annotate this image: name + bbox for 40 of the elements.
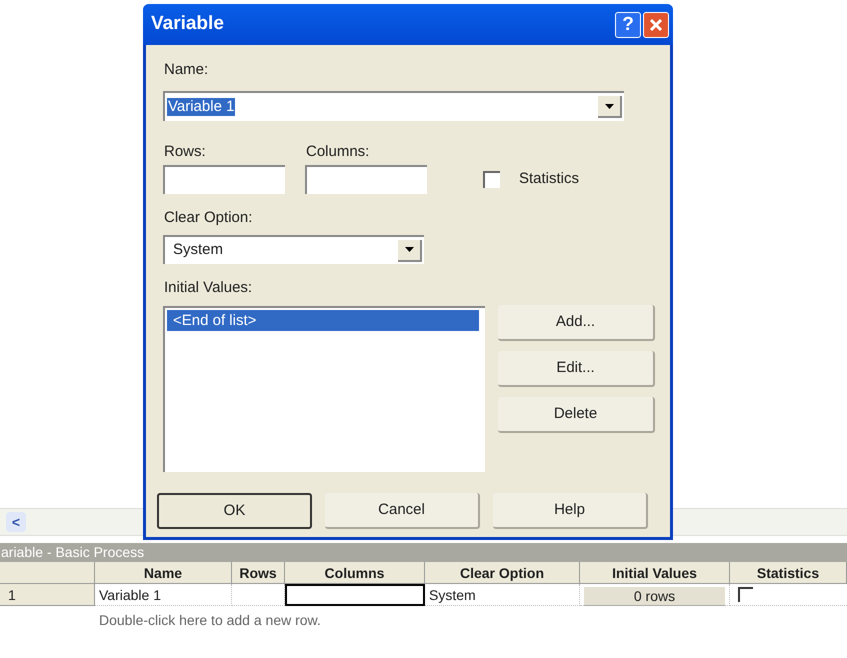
table-cell[interactable] (285, 584, 425, 606)
help-button[interactable]: ? (615, 12, 641, 38)
field-label: Columns: (306, 142, 370, 162)
initial-values-button[interactable]: 0 rows (584, 587, 725, 606)
window-title: Variable (151, 12, 225, 36)
initial-values-list[interactable]: <End of list> (163, 306, 485, 472)
name-combo-box[interactable]: Variable 1 (163, 91, 624, 121)
column-header[interactable]: Name (95, 562, 232, 584)
dialog-button[interactable]: Add... (498, 305, 655, 341)
field-label: Name: (164, 60, 208, 80)
table-cell[interactable]: Variable 1 (95, 584, 232, 606)
dialog-button[interactable]: Delete (498, 397, 655, 433)
add-row-hint[interactable]: Double-click here to add a new row. (99, 610, 321, 631)
panel-title: ariable - Basic Process (0, 543, 847, 562)
list-item[interactable]: <End of list> (167, 310, 479, 331)
clear-option-combo-box[interactable]: System (163, 235, 424, 264)
column-header[interactable]: Initial Values (580, 562, 730, 584)
dialog-button[interactable]: Help (493, 493, 648, 529)
scroll-left-button[interactable]: < (6, 512, 26, 532)
dialog-button[interactable]: OK (157, 493, 312, 529)
close-icon (649, 18, 663, 32)
field-label: Initial Values: (164, 278, 252, 298)
close-button[interactable] (643, 12, 669, 38)
checkbox[interactable] (738, 587, 753, 602)
checkbox-label: Statistics (519, 169, 580, 189)
dialog-button[interactable]: Cancel (325, 493, 480, 529)
dialog-button[interactable]: Edit... (498, 351, 655, 387)
table-cell[interactable]: System (425, 584, 580, 606)
column-header[interactable]: Rows (232, 562, 285, 584)
row-number: 1 (0, 584, 95, 606)
clear-option-value: System (173, 240, 224, 260)
field-label: Rows: (164, 142, 206, 162)
field-label: Clear Option: (164, 208, 252, 228)
rows-field[interactable] (163, 165, 285, 194)
name-value: Variable 1 (167, 98, 236, 116)
column-header[interactable]: Columns (285, 562, 425, 584)
checkbox[interactable] (483, 171, 500, 188)
column-header[interactable]: Statistics (730, 562, 847, 584)
column-header[interactable]: Clear Option (425, 562, 580, 584)
columns-field[interactable] (305, 165, 427, 194)
